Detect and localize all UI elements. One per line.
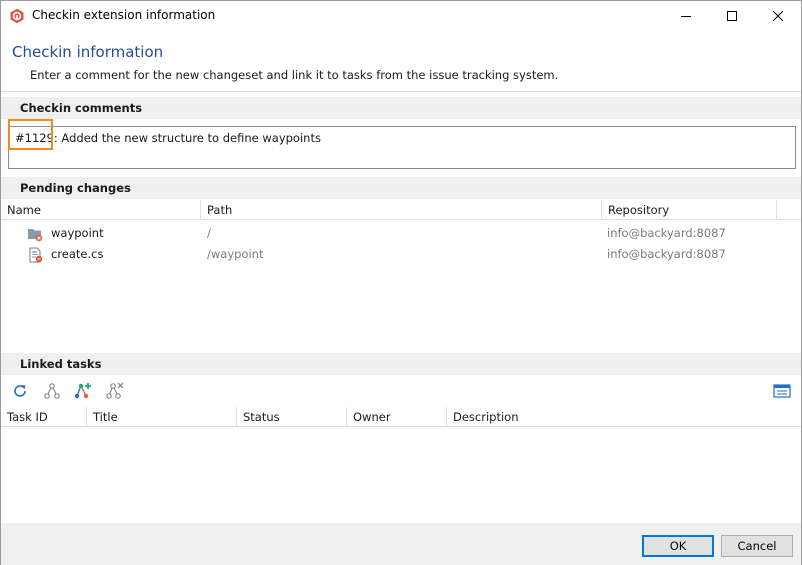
column-header-name[interactable]: Name bbox=[1, 200, 201, 220]
cs-file-icon bbox=[27, 247, 43, 263]
row-name: create.cs bbox=[51, 247, 104, 261]
checkin-dialog: Checkin extension information Checkin in… bbox=[0, 0, 802, 565]
column-header-description[interactable]: Description bbox=[447, 407, 801, 427]
unlink-task-icon[interactable] bbox=[105, 381, 125, 401]
maximize-button[interactable] bbox=[709, 1, 755, 31]
ok-button[interactable]: OK bbox=[642, 535, 714, 557]
pending-changes-header: Pending changes bbox=[1, 177, 801, 199]
close-button[interactable] bbox=[755, 1, 801, 31]
refresh-icon[interactable] bbox=[10, 381, 30, 401]
task-id-highlight bbox=[8, 119, 53, 150]
table-row[interactable]: waypoint / info@backyard:8087 bbox=[1, 223, 801, 244]
linked-tasks-header: Linked tasks bbox=[1, 353, 801, 375]
linked-tasks-table-header: Task ID Title Status Owner Description bbox=[1, 407, 801, 427]
page-title: Checkin information bbox=[12, 43, 164, 61]
details-view-icon[interactable] bbox=[772, 381, 792, 401]
title-bar: Checkin extension information bbox=[1, 1, 801, 31]
column-header-repository[interactable]: Repository bbox=[602, 200, 777, 220]
window-title: Checkin extension information bbox=[32, 8, 216, 22]
link-task-icon[interactable] bbox=[42, 381, 62, 401]
row-repository: info@backyard:8087 bbox=[607, 247, 726, 261]
pending-table-header: Name Path Repository bbox=[1, 200, 801, 220]
row-path: /waypoint bbox=[207, 247, 264, 261]
page-description: Enter a comment for the new changeset an… bbox=[30, 68, 559, 82]
table-row[interactable]: create.cs /waypoint info@backyard:8087 bbox=[1, 244, 801, 265]
plastic-scm-icon bbox=[9, 8, 25, 24]
row-name: waypoint bbox=[51, 226, 104, 240]
cancel-button[interactable]: Cancel bbox=[721, 535, 793, 557]
divider bbox=[1, 91, 801, 92]
folder-icon bbox=[27, 226, 43, 242]
row-repository: info@backyard:8087 bbox=[607, 226, 726, 240]
minimize-button[interactable] bbox=[663, 1, 709, 31]
column-header-path[interactable]: Path bbox=[201, 200, 602, 220]
column-header-task-id[interactable]: Task ID bbox=[1, 407, 87, 427]
column-header-owner[interactable]: Owner bbox=[347, 407, 447, 427]
comment-text: #1129: Added the new structure to define… bbox=[15, 131, 321, 145]
checkin-comments-header: Checkin comments bbox=[1, 97, 801, 119]
column-header-title[interactable]: Title bbox=[87, 407, 237, 427]
add-task-icon[interactable] bbox=[73, 381, 93, 401]
comment-input[interactable]: #1129: Added the new structure to define… bbox=[8, 126, 796, 169]
column-header-status[interactable]: Status bbox=[237, 407, 347, 427]
row-path: / bbox=[207, 226, 211, 240]
